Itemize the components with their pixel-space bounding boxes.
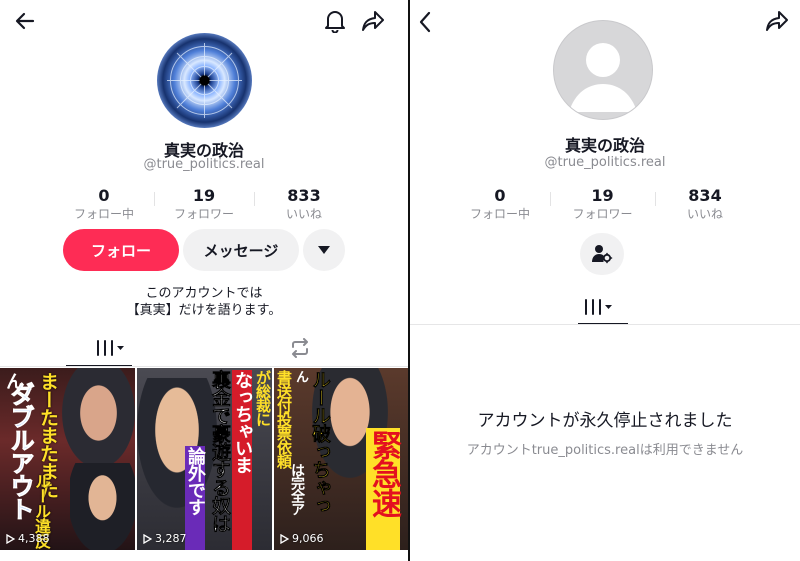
stat-following[interactable]: 0 フォロー中 xyxy=(450,186,550,222)
follow-button[interactable]: フォロー xyxy=(63,229,179,271)
stat-value: 0 xyxy=(98,186,110,205)
stat-followers[interactable]: 19 フォロワー xyxy=(550,186,655,222)
tab-videos[interactable] xyxy=(88,333,132,363)
thumbnail-text: 論外です xyxy=(185,446,206,550)
stat-value: 0 xyxy=(494,186,506,205)
default-avatar xyxy=(553,20,653,120)
more-options-button[interactable] xyxy=(303,229,345,271)
thumbnail-text: 裏金で豪遊する奴は xyxy=(209,370,232,533)
thumbnail-text: 書送付投票依頼 xyxy=(275,370,293,468)
share-icon[interactable] xyxy=(358,6,388,36)
avatar[interactable] xyxy=(157,33,252,128)
banned-subtitle: アカウントtrue_politics.realは利用できません xyxy=(466,443,744,458)
profile-name: 真実の政治 xyxy=(564,136,645,155)
stat-followers[interactable]: 19 フォロワー xyxy=(154,186,254,222)
thumbnail-text: なっちゃいま xyxy=(232,370,253,550)
banned-title: アカウントが永久停止されました xyxy=(477,411,733,431)
profile-handle: @true_politics.real xyxy=(143,157,265,172)
video-thumbnail[interactable]: なっちゃいま 裏金で豪遊する奴は が総裁に 論外です 3,287 xyxy=(137,368,272,550)
bell-icon[interactable] xyxy=(320,6,350,36)
thumbnail-text: が総裁に xyxy=(254,370,272,426)
thumbnail-photo xyxy=(70,463,135,550)
stat-label: フォロー中 xyxy=(73,207,134,221)
view-count-value: 4,388 xyxy=(18,532,50,545)
stats-row: 0 フォロー中 19 フォロワー 833 いいね xyxy=(54,186,354,222)
tabs-divider xyxy=(410,324,800,325)
tab-reposts[interactable] xyxy=(285,333,315,363)
stat-label: フォロワー xyxy=(572,207,633,221)
stat-value: 834 xyxy=(688,186,722,205)
stat-value: 833 xyxy=(287,186,321,205)
view-count: 3,287 xyxy=(143,532,187,545)
profile-screen-active: 真実の政治 @true_politics.real 0 フォロー中 19 フォロ… xyxy=(0,0,408,561)
view-count-value: 9,066 xyxy=(292,532,324,545)
stat-divider xyxy=(254,192,255,206)
video-thumbnail[interactable]: 書送付投票依頼 ん ルール破っちゃっ は完全ア 緊急速 9,066 xyxy=(274,368,408,550)
play-icon xyxy=(6,533,15,544)
grid-icon xyxy=(97,340,124,356)
view-count-value: 3,287 xyxy=(155,532,187,545)
user-settings-icon xyxy=(592,245,613,264)
stat-following[interactable]: 0 フォロー中 xyxy=(54,186,154,222)
view-count: 4,388 xyxy=(6,532,50,545)
message-button[interactable]: メッセージ xyxy=(183,229,299,271)
thumbnail-text: 緊急速 xyxy=(366,428,401,550)
back-arrow-icon[interactable] xyxy=(10,6,40,36)
stat-likes[interactable]: 833 いいね xyxy=(254,186,354,222)
tab-videos[interactable] xyxy=(576,292,620,322)
stat-divider xyxy=(154,192,155,206)
stats-row: 0 フォロー中 19 フォロワー 834 いいね xyxy=(450,186,755,222)
user-silhouette-icon xyxy=(569,43,637,112)
stat-value: 19 xyxy=(591,186,614,205)
play-icon xyxy=(280,533,289,544)
share-icon[interactable] xyxy=(762,6,792,36)
play-icon xyxy=(143,533,152,544)
profile-handle: @true_politics.real xyxy=(544,155,666,170)
view-count: 9,066 xyxy=(280,532,324,545)
stat-divider xyxy=(655,192,656,206)
thumbnail-photo xyxy=(62,368,135,468)
thumbnail-text: ダブルアウト xyxy=(6,382,35,521)
stat-label: いいね xyxy=(686,207,723,221)
bio-line: 【真実】だけを語ります。 xyxy=(126,303,282,318)
grid-icon xyxy=(585,299,612,315)
user-settings-button[interactable] xyxy=(580,233,624,275)
stat-label: フォロワー xyxy=(173,207,234,221)
stat-label: いいね xyxy=(285,207,322,221)
caret-down-icon xyxy=(318,246,330,254)
profile-screen-banned: 真実の政治 @true_politics.real 0 フォロー中 19 フォロ… xyxy=(410,0,800,561)
stat-divider xyxy=(550,192,551,206)
stat-label: フォロー中 xyxy=(469,207,530,221)
video-thumbnail[interactable]: ん ダブルアウト まーたまたまた ルール違反 4,388 xyxy=(0,368,135,550)
repost-icon xyxy=(292,338,308,358)
chevron-left-icon[interactable] xyxy=(412,8,438,36)
thumbnail-text: ルール破っちゃっ xyxy=(309,370,332,515)
stat-value: 19 xyxy=(192,186,216,205)
bio-line: このアカウントでは xyxy=(145,286,263,301)
stat-likes[interactable]: 834 いいね xyxy=(655,186,755,222)
tabs-divider xyxy=(0,366,408,367)
